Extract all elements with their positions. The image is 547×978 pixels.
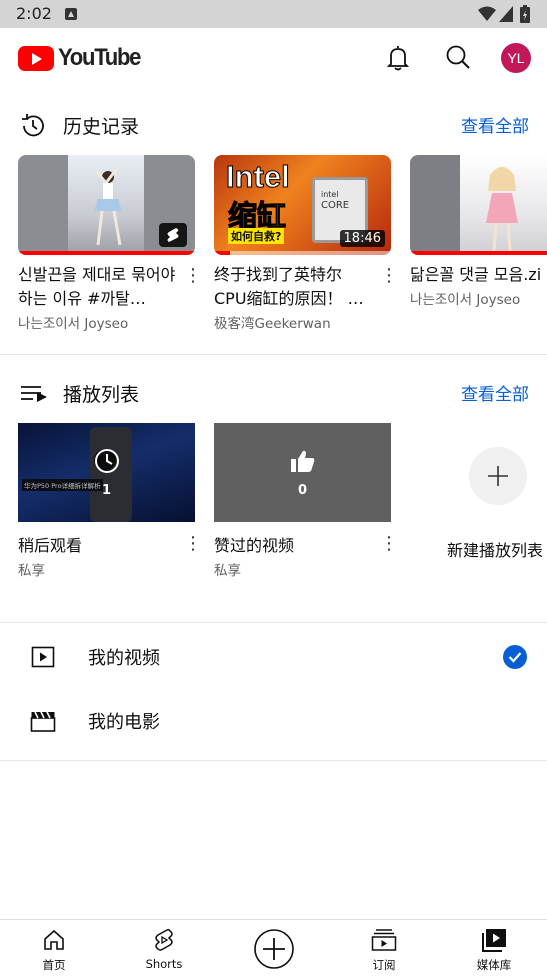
playlists-header: 播放列表 查看全部 — [0, 374, 547, 414]
thumbnail-title-text: Intel — [226, 159, 291, 195]
playlist-thumbnail[interactable]: 华为P50 Pro详细拆详解析 1 — [18, 423, 195, 522]
nav-subscriptions-label: 订阅 — [372, 958, 396, 972]
plus-icon — [488, 466, 508, 486]
video-thumbnail[interactable] — [18, 155, 195, 255]
battery-icon — [520, 5, 530, 23]
playlists-view-all-link[interactable]: 查看全部 — [461, 380, 529, 405]
clapperboard-icon — [30, 711, 56, 732]
playlist-title[interactable]: 赞过的视频 — [214, 534, 374, 558]
create-icon — [254, 929, 294, 969]
playlist-count: 0 — [297, 483, 308, 498]
nav-home-label: 首页 — [42, 958, 66, 972]
video-thumbnail[interactable]: Intel 缩缸 如何自救? intel CORE 18:46 — [214, 155, 391, 255]
youtube-play-icon — [18, 45, 54, 71]
video-channel: 极客湾Geekerwan — [214, 316, 331, 332]
nav-home[interactable]: 首页 — [14, 928, 94, 973]
watch-progress — [214, 251, 391, 255]
playlists-title: 播放列表 — [63, 384, 140, 406]
section-divider — [0, 354, 547, 355]
history-header: 历史记录 查看全部 — [0, 106, 547, 146]
video-duration: 18:46 — [339, 230, 385, 247]
watch-later-icon — [95, 449, 119, 473]
my-videos-item[interactable]: 我的视频 — [0, 629, 547, 685]
video-channel: 나는조이서 Joyseo — [18, 316, 129, 332]
history-title: 历史记录 — [63, 116, 140, 138]
shorts-badge — [159, 223, 187, 247]
bell-icon[interactable] — [386, 44, 410, 72]
chip-series-text: CORE — [321, 200, 350, 211]
nav-library-label: 媒体库 — [476, 958, 512, 972]
my-videos-label: 我的视频 — [88, 648, 160, 669]
history-icon — [22, 114, 44, 137]
signal-icon — [499, 6, 513, 22]
nav-shorts-label: Shorts — [145, 957, 183, 971]
shorts-icon — [155, 928, 173, 951]
search-icon[interactable] — [445, 44, 471, 70]
playlist-privacy: 私享 — [18, 563, 45, 579]
playlist-card[interactable]: 0 赞过的视频 私享 ⋮ — [214, 423, 398, 579]
more-options-icon[interactable]: ⋮ — [380, 535, 398, 553]
play-square-icon — [31, 646, 55, 668]
more-options-icon[interactable]: ⋮ — [380, 267, 398, 285]
nav-library[interactable]: 媒体库 — [454, 928, 534, 973]
video-channel: 나는조이서 Joyseo — [410, 292, 521, 308]
checkmark-icon — [503, 645, 527, 669]
more-options-icon[interactable]: ⋮ — [184, 535, 202, 553]
section-divider — [0, 622, 547, 623]
playlist-icon — [21, 386, 47, 402]
history-video-card[interactable]: 닮은꼴 댓글 모음.zi 나는조이서 Joyseo — [410, 155, 547, 308]
watch-progress — [410, 251, 547, 255]
watch-progress — [18, 251, 195, 255]
history-view-all-link[interactable]: 查看全部 — [461, 112, 529, 137]
notification-icon — [65, 8, 77, 20]
avatar[interactable]: YL — [501, 43, 531, 73]
status-bar: 2:02 — [0, 0, 547, 28]
shorts-icon — [167, 228, 179, 242]
youtube-logo[interactable]: YouTube — [18, 44, 147, 72]
dancer-figure — [94, 166, 122, 246]
wifi-icon — [478, 6, 496, 21]
playlist-title[interactable]: 稍后观看 — [18, 534, 178, 558]
my-movies-item[interactable]: 我的电影 — [0, 693, 547, 749]
new-playlist-label: 新建播放列表 — [447, 541, 544, 560]
bottom-navigation: 首页 Shorts 订阅 媒体库 — [0, 919, 547, 978]
playlist-privacy: 私享 — [214, 563, 241, 579]
video-thumbnail[interactable] — [410, 155, 547, 255]
logo-text: YouTube — [58, 44, 141, 71]
thumbs-up-icon — [291, 450, 315, 472]
thumbnail-subtitle-text: 如何自救? — [228, 228, 285, 244]
home-icon — [44, 929, 64, 950]
my-movies-label: 我的电影 — [88, 712, 160, 733]
library-icon — [482, 929, 506, 952]
history-video-card[interactable]: Intel 缩缸 如何自救? intel CORE 18:46 终于找到了英特尔… — [214, 155, 398, 332]
playlist-card[interactable]: 华为P50 Pro详细拆详解析 1 稍后观看 私享 ⋮ — [18, 423, 202, 579]
nav-create[interactable] — [234, 928, 314, 974]
add-playlist-circle[interactable] — [469, 447, 527, 505]
playlist-thumbnail[interactable]: 0 — [214, 423, 391, 522]
video-title[interactable]: 终于找到了英特尔CPU缩缸的原因！ … — [214, 263, 374, 311]
video-title[interactable]: 닮은꼴 댓글 모음.zi — [410, 263, 547, 287]
more-options-icon[interactable]: ⋮ — [184, 267, 202, 285]
nav-shorts[interactable]: Shorts — [124, 928, 204, 971]
person-figure — [486, 167, 518, 252]
section-divider — [0, 760, 547, 761]
playlist-count: 1 — [101, 483, 112, 498]
chip-brand-text: intel — [321, 190, 339, 199]
video-title[interactable]: 신발끈을 제대로 묶어야 하는 이유 #까탈… — [18, 263, 178, 311]
history-video-card[interactable]: 신발끈을 제대로 묶어야 하는 이유 #까탈… 나는조이서 Joyseo ⋮ — [18, 155, 202, 332]
status-time: 2:02 — [16, 4, 52, 23]
subscriptions-icon — [371, 929, 397, 951]
nav-subscriptions[interactable]: 订阅 — [344, 928, 424, 973]
top-app-bar: YouTube YL — [0, 28, 547, 88]
